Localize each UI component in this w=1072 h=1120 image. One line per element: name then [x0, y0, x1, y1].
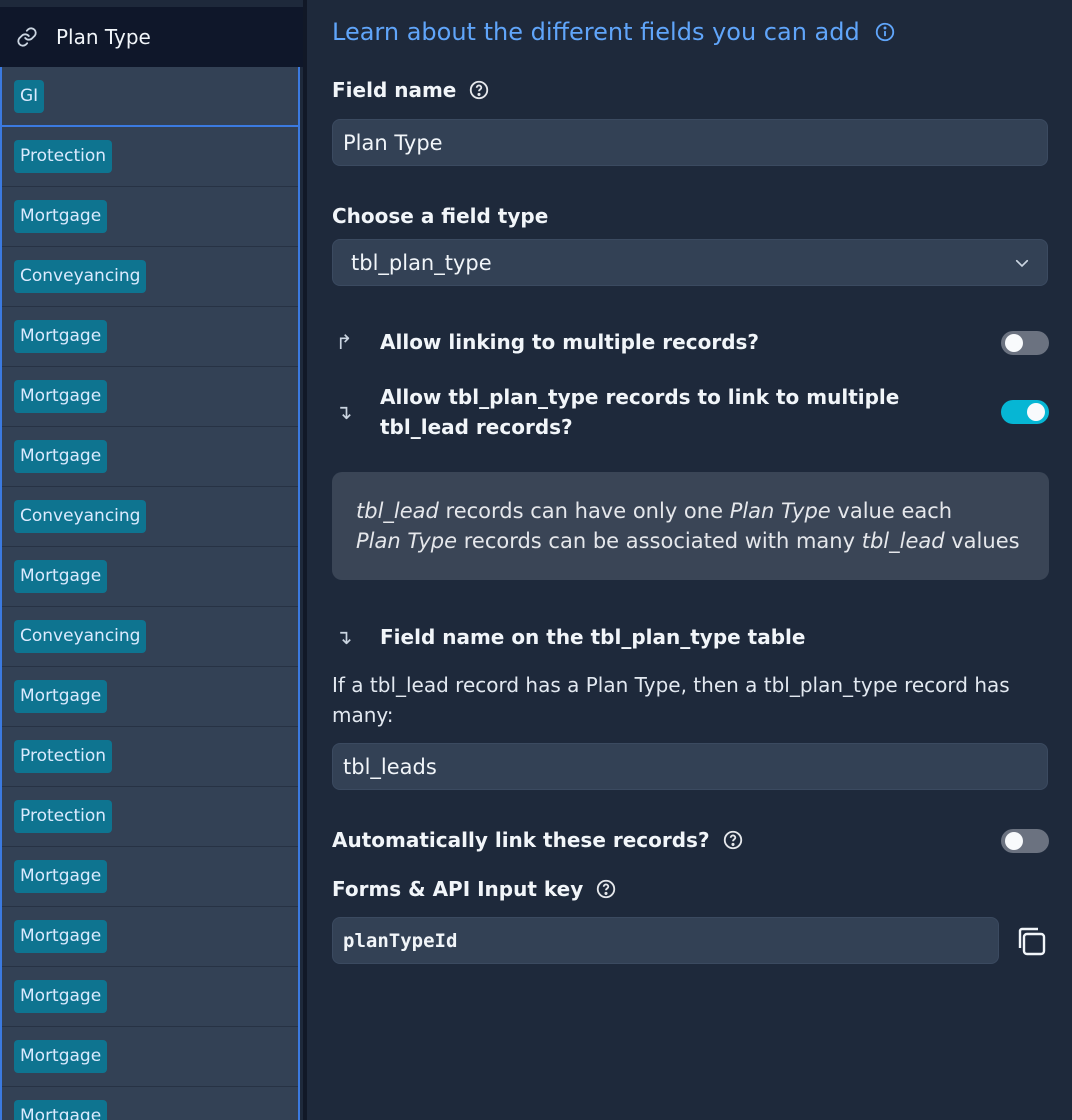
record-cell[interactable]: Protection — [2, 787, 298, 847]
field-type-value: tbl_plan_type — [351, 250, 492, 275]
record-cell[interactable]: Mortgage — [2, 907, 298, 967]
toggle-knob — [1005, 334, 1023, 352]
allow-multiple-row: ↱ Allow linking to multiple records? — [332, 327, 1049, 357]
auto-link-toggle[interactable] — [1001, 829, 1049, 853]
reverse-field-description: If a tbl_lead record has a Plan Type, th… — [332, 673, 1010, 727]
column-title: Plan Type — [56, 25, 151, 49]
record-cell[interactable]: Mortgage — [2, 187, 298, 247]
plan-type-chip: GI — [14, 79, 45, 113]
return-arrow-icon: ↴ — [335, 625, 353, 649]
plan-type-chip: Conveyancing — [14, 260, 147, 293]
plan-type-chip: Mortgage — [14, 920, 108, 953]
info-text: Plan Type — [729, 499, 831, 523]
help-icon[interactable] — [595, 878, 617, 900]
auto-link-label-text: Automatically link these records? — [332, 828, 710, 852]
api-key-input[interactable]: planTypeId — [332, 917, 999, 964]
reverse-field-row: ↴ Field name on the tbl_plan_type table — [332, 622, 1049, 652]
relationship-info-box: tbl_lead records can have only one Plan … — [332, 472, 1049, 580]
allow-reverse-toggle[interactable] — [1001, 400, 1049, 424]
allow-multiple-toggle[interactable] — [1001, 331, 1049, 355]
reverse-field-input[interactable]: tbl_leads — [332, 743, 1048, 790]
record-cell[interactable]: Mortgage — [2, 967, 298, 1027]
redirect-arrow-icon: ↱ — [335, 330, 353, 354]
column-cells: GI Protection Mortgage Conveyancing Mortgage… — [0, 67, 300, 1120]
record-cell[interactable]: Mortgage — [2, 307, 298, 367]
field-type-select[interactable]: tbl_plan_type — [332, 239, 1048, 286]
copy-icon[interactable] — [1014, 924, 1048, 958]
plan-type-chip: Mortgage — [14, 560, 108, 593]
field-name-label: Field name — [332, 78, 490, 102]
info-icon[interactable] — [874, 21, 896, 43]
api-key-label-text: Forms & API Input key — [332, 877, 584, 901]
help-icon[interactable] — [468, 79, 490, 101]
allow-reverse-row: ↴ Allow tbl_plan_type records to link to… — [332, 382, 1049, 442]
records-column: Plan Type GI Protection Mortgage Conveyanci… — [0, 0, 307, 1120]
plan-type-chip: Mortgage — [14, 440, 108, 473]
link-icon — [17, 27, 37, 47]
info-text: values — [944, 529, 1020, 553]
record-cell[interactable]: GI — [2, 67, 298, 127]
plan-type-chip: Mortgage — [14, 380, 108, 413]
reverse-field-label: Field name on the tbl_plan_type table — [380, 625, 806, 649]
record-cell[interactable]: Conveyancing — [2, 487, 298, 547]
plan-type-chip: Protection — [14, 800, 113, 833]
allow-multiple-label: Allow linking to multiple records? — [380, 330, 760, 354]
return-arrow-icon: ↴ — [335, 400, 353, 424]
field-settings-panel: Learn about the different fields you can… — [307, 0, 1072, 1120]
plan-type-chip: Protection — [14, 740, 113, 773]
api-key-label: Forms & API Input key — [332, 877, 617, 901]
field-name-input[interactable]: Plan Type — [332, 119, 1048, 166]
plan-type-chip: Mortgage — [14, 1040, 108, 1073]
info-text: records can be associated with many — [457, 529, 862, 553]
info-text: records can have only one — [438, 499, 730, 523]
plan-type-chip: Conveyancing — [14, 500, 147, 533]
info-line-2: Plan Type records can be associated with… — [356, 526, 1025, 556]
chevron-down-icon — [1015, 259, 1029, 267]
record-cell[interactable]: Conveyancing — [2, 607, 298, 667]
plan-type-chip: Mortgage — [14, 680, 108, 713]
record-cell[interactable]: Mortgage — [2, 367, 298, 427]
field-type-label: Choose a field type — [332, 204, 549, 228]
plan-type-chip: Mortgage — [14, 200, 108, 233]
toggle-knob — [1027, 403, 1045, 421]
plan-type-chip: Mortgage — [14, 1100, 108, 1120]
record-cell[interactable]: Mortgage — [2, 1027, 298, 1087]
record-cell[interactable]: Mortgage — [2, 427, 298, 487]
auto-link-label: Automatically link these records? — [332, 828, 744, 852]
info-line-1: tbl_lead records can have only one Plan … — [356, 496, 1025, 526]
record-cell[interactable]: Protection — [2, 127, 298, 187]
info-text: tbl_lead — [356, 499, 439, 523]
column-header[interactable]: Plan Type — [0, 7, 303, 67]
info-text: value each — [830, 499, 953, 523]
field-name-label-text: Field name — [332, 78, 457, 102]
record-cell[interactable]: Conveyancing — [2, 247, 298, 307]
record-cell[interactable]: Mortgage — [2, 547, 298, 607]
plan-type-chip: Conveyancing — [14, 620, 147, 653]
learn-fields-link[interactable]: Learn about the different fields you can… — [332, 18, 896, 46]
record-cell[interactable]: Mortgage — [2, 847, 298, 907]
plan-type-chip: Mortgage — [14, 860, 108, 893]
info-text: tbl_lead — [861, 529, 945, 553]
record-cell[interactable]: Mortgage — [2, 1087, 298, 1120]
plan-type-chip: Protection — [14, 140, 113, 173]
allow-reverse-label: Allow tbl_plan_type records to link to m… — [380, 385, 900, 439]
plan-type-chip: Mortgage — [14, 980, 108, 1013]
toggle-knob — [1005, 832, 1023, 850]
info-text: Plan Type — [356, 529, 458, 553]
help-icon[interactable] — [722, 829, 744, 851]
plan-type-chip: Mortgage — [14, 320, 108, 353]
learn-fields-text[interactable]: Learn about the different fields you can… — [332, 18, 860, 46]
record-cell[interactable]: Protection — [2, 727, 298, 787]
record-cell[interactable]: Mortgage — [2, 667, 298, 727]
